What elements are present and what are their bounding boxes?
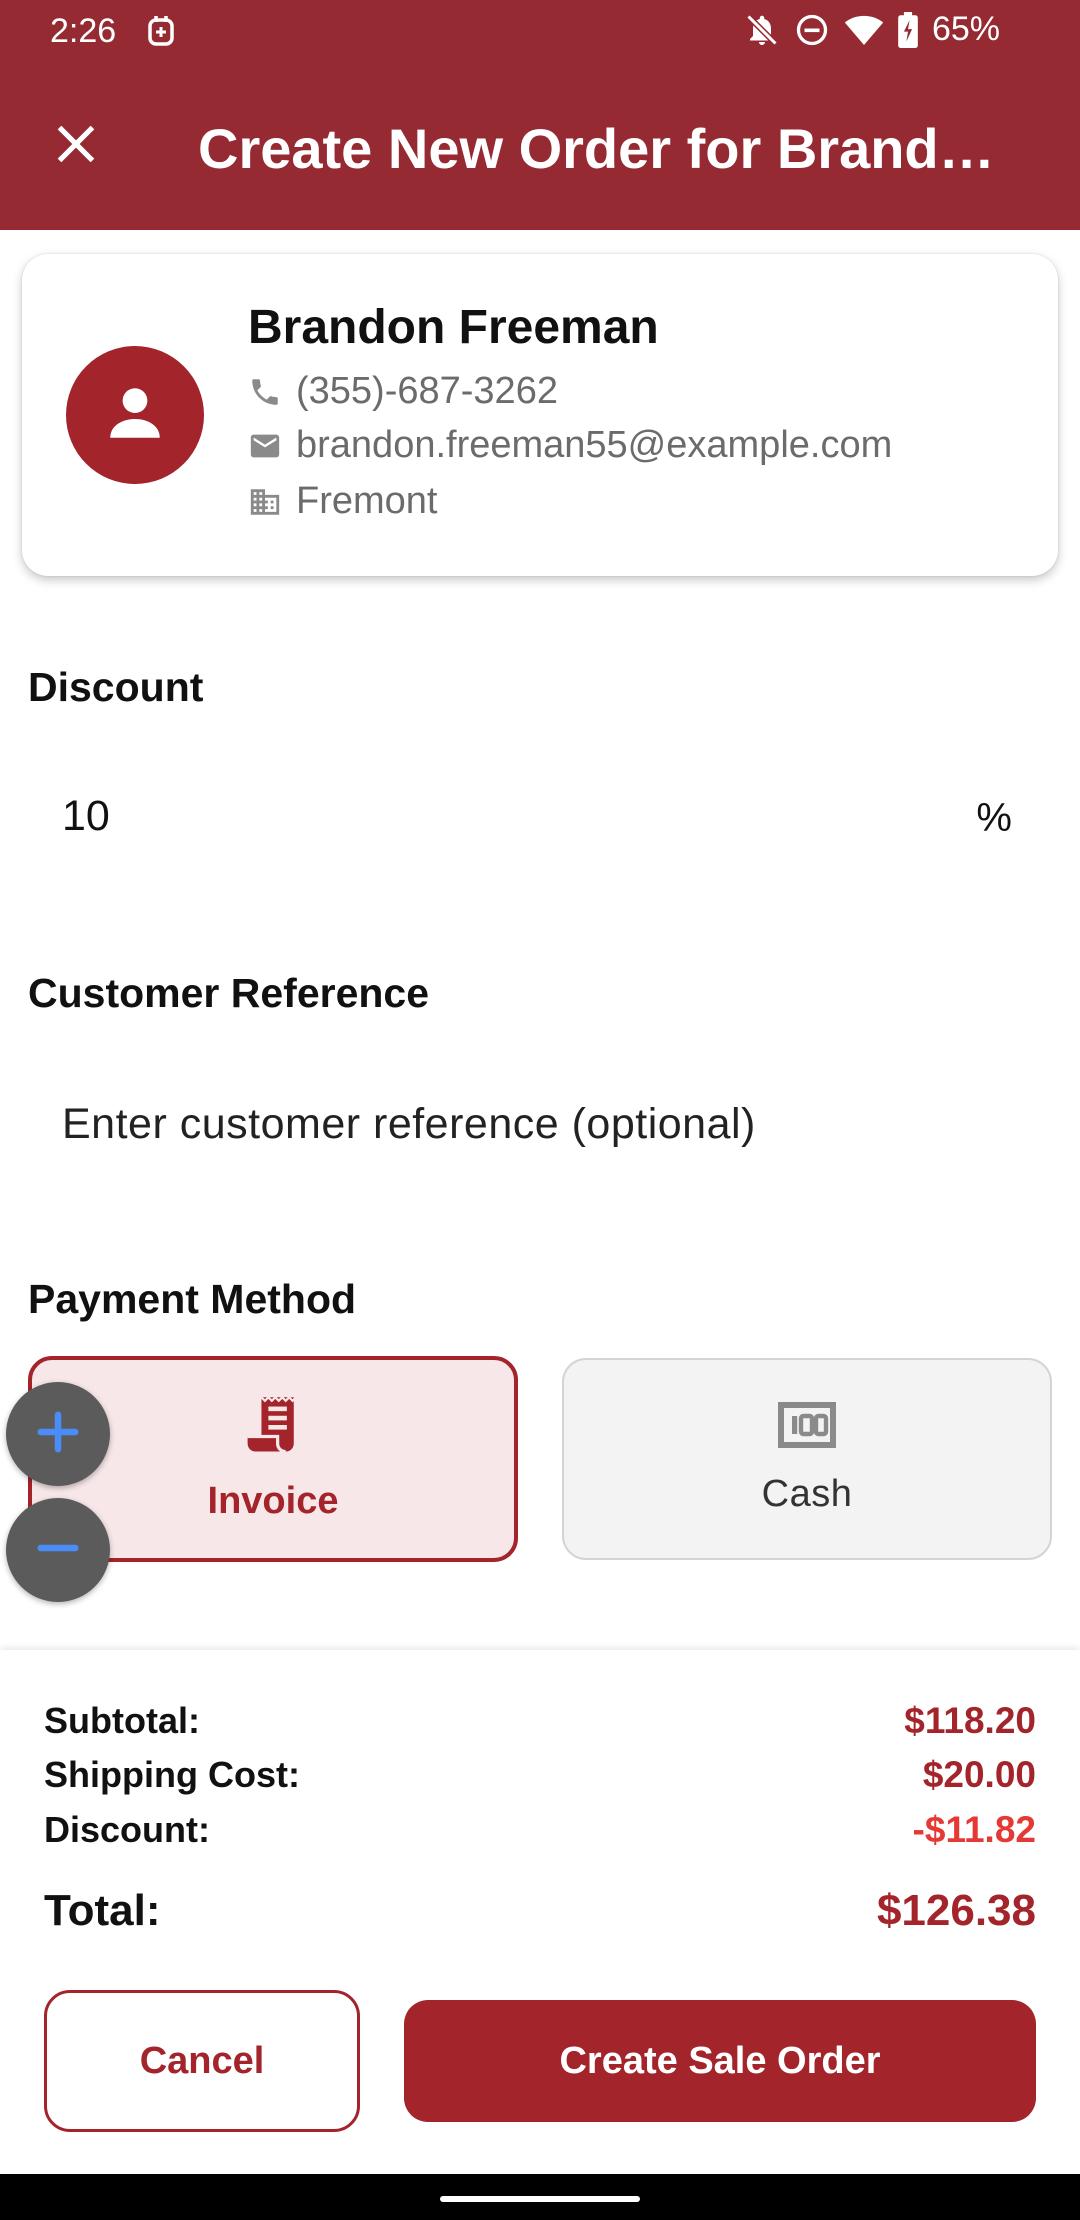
customer-email-row: brandon.freeman55@example.com — [248, 424, 892, 467]
zoom-in-button[interactable] — [6, 1382, 110, 1486]
create-sale-order-button[interactable]: Create Sale Order — [404, 2000, 1036, 2122]
do-not-disturb-icon — [794, 12, 830, 48]
total-row: Total: $126.38 — [44, 1886, 1036, 1936]
discount-label: Discount — [28, 664, 204, 710]
customer-reference-placeholder: Enter customer reference (optional) — [62, 1100, 756, 1148]
subtotal-row: Subtotal: $118.20 — [44, 1700, 1036, 1742]
subtotal-value: $118.20 — [904, 1700, 1036, 1741]
zoom-out-button[interactable] — [6, 1498, 110, 1602]
total-value: $126.38 — [876, 1886, 1036, 1935]
battery-percent: 65% — [931, 10, 1000, 48]
summary-discount-label: Discount: — [44, 1809, 210, 1850]
close-button[interactable] — [36, 106, 116, 186]
cash-icon — [778, 1402, 836, 1453]
page-title: Create New Order for Brandon Freeman — [198, 117, 1028, 180]
close-icon — [54, 122, 98, 171]
payment-option-cash[interactable]: Cash — [562, 1358, 1052, 1560]
phone-icon — [248, 375, 282, 409]
cancel-button[interactable]: Cancel — [44, 1990, 360, 2132]
customer-email: brandon.freeman55@example.com — [296, 424, 893, 466]
vpn-icon — [146, 14, 176, 48]
total-label: Total: — [44, 1886, 161, 1935]
wifi-icon — [844, 13, 884, 47]
notifications-off-icon — [744, 12, 780, 48]
building-icon — [248, 485, 282, 519]
receipt-icon — [245, 1395, 301, 1460]
customer-card: Brandon Freeman (355)-687-3262 brandon.f… — [22, 254, 1058, 576]
payment-method-label: Payment Method — [28, 1276, 357, 1322]
discount-suffix: % — [976, 796, 1012, 840]
battery-charging-icon — [898, 11, 918, 48]
person-icon — [102, 380, 168, 451]
status-icons: 65% — [744, 10, 1000, 49]
subtotal-label: Subtotal: — [44, 1700, 200, 1741]
minus-icon — [35, 1525, 81, 1576]
customer-reference-input[interactable]: Enter customer reference (optional) — [28, 1064, 1052, 1184]
discount-input[interactable]: 10 % — [28, 760, 1052, 880]
status-time: 2:26 — [50, 12, 117, 50]
discount-row: Discount: -$11.82 — [44, 1809, 1036, 1851]
home-gesture-handle[interactable] — [440, 2196, 640, 2202]
discount-value: 10 — [62, 792, 110, 840]
status-bar: 2:26 65% — [0, 0, 1080, 66]
customer-phone-row: (355)-687-3262 — [248, 370, 558, 413]
customer-city: Fremont — [296, 480, 438, 522]
shipping-label: Shipping Cost: — [44, 1754, 300, 1795]
navigation-bar — [0, 2174, 1080, 2220]
customer-city-row: Fremont — [248, 480, 437, 523]
avatar — [66, 346, 204, 484]
payment-option-invoice-label: Invoice — [207, 1480, 339, 1522]
plus-icon — [35, 1409, 81, 1460]
shipping-row: Shipping Cost: $20.00 — [44, 1754, 1036, 1796]
customer-phone: (355)-687-3262 — [296, 370, 558, 412]
customer-reference-label: Customer Reference — [28, 970, 430, 1016]
shipping-value: $20.00 — [922, 1754, 1036, 1795]
customer-name: Brandon Freeman — [248, 301, 659, 354]
email-icon — [248, 429, 282, 463]
summary-discount-value: -$11.82 — [912, 1809, 1036, 1850]
app-bar: Create New Order for Brandon Freeman — [0, 66, 1080, 230]
payment-option-cash-label: Cash — [761, 1473, 853, 1515]
